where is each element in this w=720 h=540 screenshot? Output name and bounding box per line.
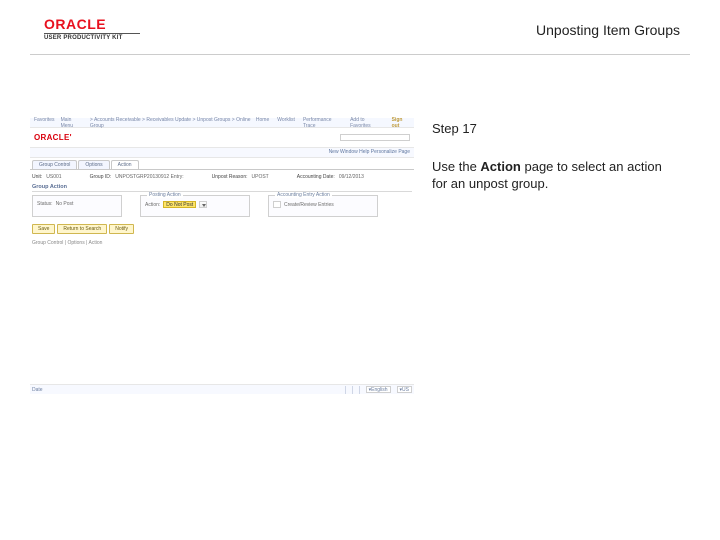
oracle-logo: ORACLE USER PRODUCTIVITY KIT: [44, 16, 140, 41]
nav-favorites: Favorites: [34, 117, 55, 129]
nav-home: Home: [256, 117, 269, 129]
return-search-button[interactable]: Return to Search: [57, 224, 107, 234]
save-button[interactable]: Save: [32, 224, 55, 234]
accounting-entry-title: Accounting Entry Action: [275, 192, 332, 198]
status-label: Status:: [37, 201, 53, 207]
search-input[interactable]: [340, 134, 410, 141]
info-line: Unit:US001 Group ID:UNPOSTGRP20130912 En…: [30, 170, 414, 182]
accounting-entry-box: Accounting Entry Action Create/Review En…: [268, 195, 378, 217]
breadcrumb: > Accounts Receivable > Receivables Upda…: [90, 117, 256, 129]
nav-perf-trace: Performance Trace: [303, 117, 342, 129]
page-title: Unposting Item Groups: [536, 22, 680, 38]
footer-locale-select[interactable]: ▾ US: [397, 386, 412, 393]
logo-brand: ORACLE: [44, 16, 140, 32]
posting-action-title: Posting Action: [147, 192, 183, 198]
logo-subtitle: USER PRODUCTIVITY KIT: [44, 33, 140, 41]
checkbox[interactable]: [273, 201, 281, 208]
nav-signout: Sign out: [392, 117, 410, 129]
step-label: Step 17: [432, 120, 680, 138]
footer-date-label: Date: [32, 387, 43, 393]
window-links: New Window Help Personalize Page: [30, 148, 414, 158]
header-divider: [30, 54, 690, 55]
app-brand: ORACLE': [34, 133, 72, 142]
top-nav: Favorites Main Menu > Accounts Receivabl…: [30, 118, 414, 128]
posting-action-box: Posting Action Action: Do Not Post: [140, 195, 250, 217]
footer-links: Group Control | Options | Action: [30, 236, 414, 250]
status-bar: Date ▾ English ▾ US: [30, 384, 414, 394]
chevron-down-icon[interactable]: [199, 201, 207, 208]
status-value: No Post: [56, 201, 74, 207]
action-label: Action:: [145, 202, 160, 208]
instruction-panel: Step 17 Use the Action page to select an…: [432, 120, 680, 193]
tab-action[interactable]: Action: [111, 160, 139, 169]
nav-worklist: Worklist: [277, 117, 295, 129]
tab-bar: Group Control Options Action: [30, 160, 414, 169]
tab-group-control[interactable]: Group Control: [32, 160, 77, 169]
instruction-body: Use the Action page to select an action …: [432, 158, 680, 193]
footer-lang-select[interactable]: ▾ English: [366, 386, 391, 393]
action-select[interactable]: Do Not Post: [163, 201, 196, 208]
status-box: Status: No Post: [32, 195, 122, 217]
notify-button[interactable]: Notify: [109, 224, 134, 234]
create-review-label: Create/Review Entries: [284, 202, 334, 208]
tab-options[interactable]: Options: [78, 160, 109, 169]
app-screenshot: Favorites Main Menu > Accounts Receivabl…: [30, 118, 414, 394]
nav-main-menu: Main Menu: [61, 117, 84, 129]
nav-add-fav: Add to Favorites: [350, 117, 384, 129]
group-action-header: Group Action: [30, 182, 414, 191]
